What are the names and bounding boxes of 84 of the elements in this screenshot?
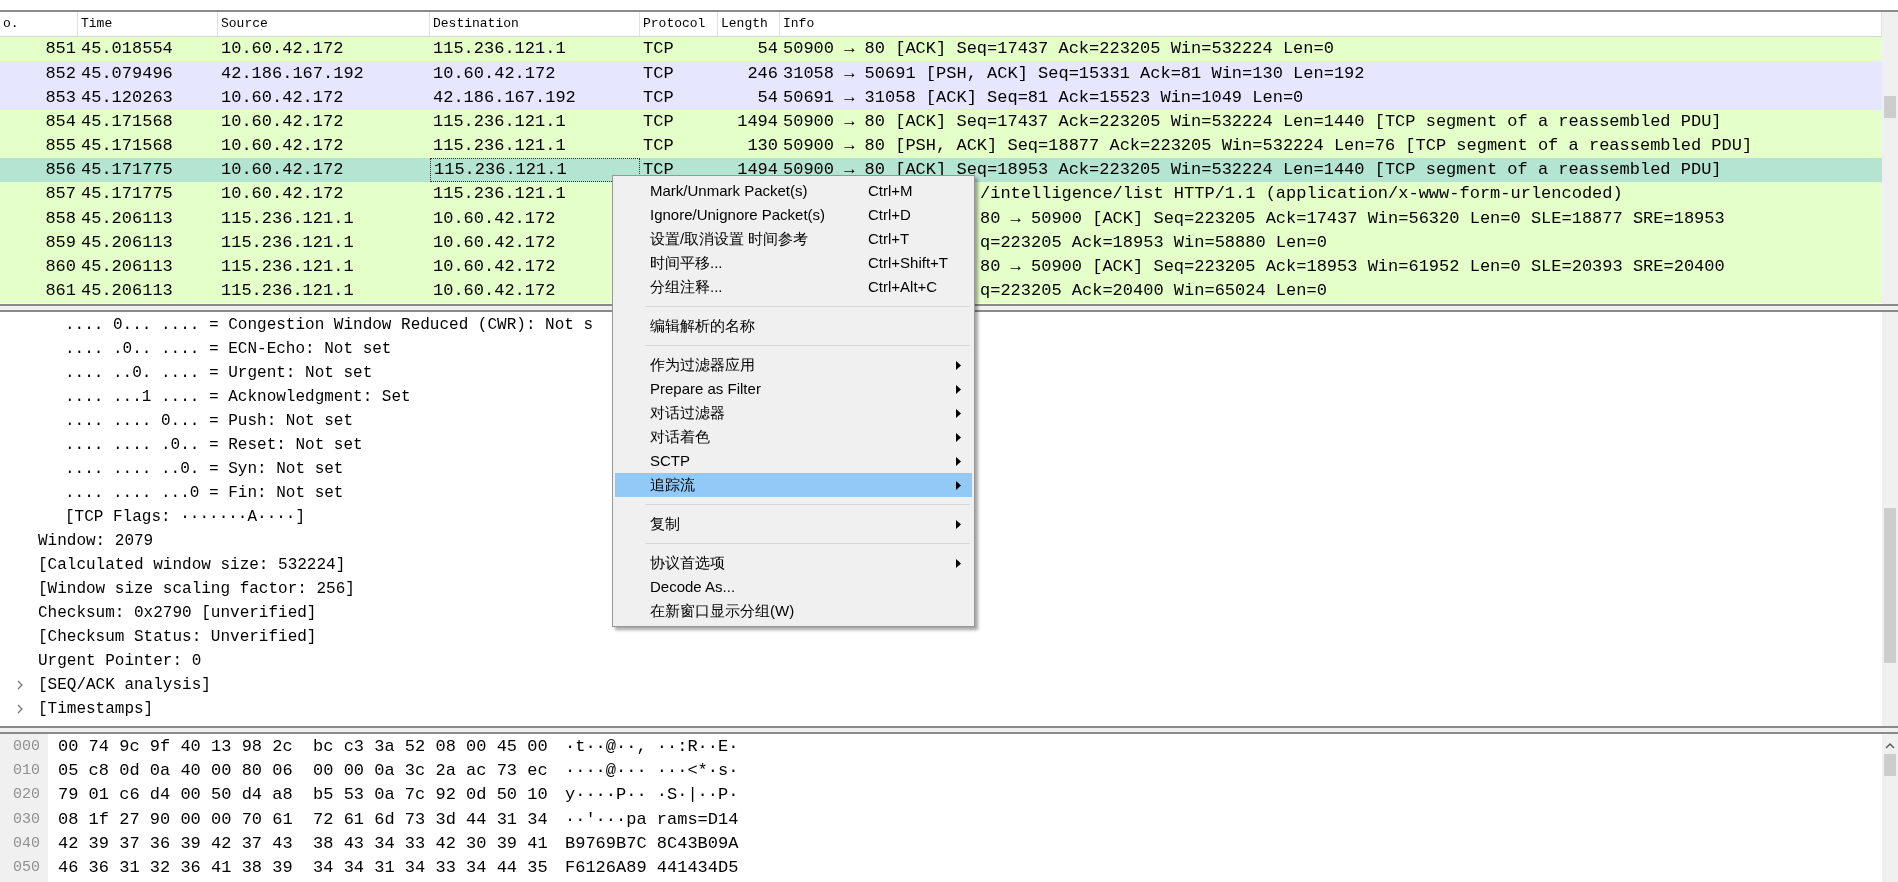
table-cell-text: 45.171775 bbox=[81, 183, 173, 206]
table-cell-text: 50900 → 80 [ACK] Seq=17437 Ack=223205 Win=532224 Len=0 bbox=[783, 38, 1334, 61]
table-cell-text: TCP bbox=[643, 110, 674, 133]
byte-offset: 040 bbox=[12, 833, 41, 854]
byte-offset: 030 bbox=[12, 809, 41, 830]
table-cell-text: 45.206113 bbox=[81, 207, 173, 230]
table-cell-text: 45.018554 bbox=[81, 38, 173, 61]
table-cell-text: 10.60.42.172 bbox=[221, 183, 344, 206]
table-cell-text: 45.171568 bbox=[81, 135, 173, 158]
table-cell-text: 10.60.42.172 bbox=[433, 256, 556, 279]
table-cell-text: 50691 → 31058 [ACK] Seq=81 Ack=15523 Win=1049 Len=0 bbox=[783, 86, 1304, 109]
table-cell-text: 858 bbox=[45, 207, 76, 230]
table-cell-text: 45.171568 bbox=[81, 110, 173, 133]
table-cell-text: TCP bbox=[643, 159, 674, 182]
table-cell-text: 115.236.121.1 bbox=[221, 207, 354, 230]
hex-bytes: 79 01 c6 d4 00 50 d4 a8 b5 53 0a 7c 92 0d 50 10 bbox=[58, 784, 549, 807]
table-cell-text: 860 bbox=[45, 256, 76, 279]
table-cell-text: TCP bbox=[643, 62, 674, 85]
ascii-bytes: y····P·· ·S·|··P· bbox=[565, 784, 739, 807]
table-cell-text: 246 bbox=[747, 62, 778, 85]
table-cell-text: TCP bbox=[643, 135, 674, 158]
table-cell-text: 10.60.42.172 bbox=[221, 38, 344, 61]
table-cell-text: 45.171775 bbox=[81, 159, 173, 182]
table-cell-text: 10.60.42.172 bbox=[433, 231, 556, 254]
table-cell-text: 115.236.121.1 bbox=[434, 159, 567, 182]
table-cell-text: 10.60.42.172 bbox=[433, 207, 556, 230]
table-cell-text: 115.236.121.1 bbox=[221, 231, 354, 254]
table-cell-text: /intelligence/list HTTP/1.1 (application/x-www-form-urlencoded) bbox=[980, 183, 1623, 206]
table-cell-text: 851 bbox=[45, 38, 76, 61]
table-cell-text: 50900 → 80 [ACK] Seq=17437 Ack=223205 Win=532224 Len=1440 [TCP segment of a reassembled PDU] bbox=[783, 110, 1722, 133]
table-cell-text: 115.236.121.1 bbox=[221, 280, 354, 303]
table-cell-text: 861 bbox=[45, 280, 76, 303]
hex-bytes: 05 c8 0d 0a 40 00 80 06 00 00 0a 3c 2a ac 73 ec bbox=[58, 760, 549, 783]
table-cell-text: 115.236.121.1 bbox=[433, 110, 566, 133]
table-cell-text: q=223205 Ack=18953 Win=58880 Len=0 bbox=[980, 231, 1327, 254]
table-cell-text: 31058 → 50691 [PSH, ACK] Seq=15331 Ack=81 Win=130 Len=192 bbox=[783, 62, 1365, 85]
table-cell-text: 80 → 50900 [ACK] Seq=223205 Ack=18953 Win=61952 Len=0 SLE=20393 SRE=20400 bbox=[980, 256, 1725, 279]
table-cell-text: 10.60.42.172 bbox=[221, 110, 344, 133]
table-cell-text: 857 bbox=[45, 183, 76, 206]
table-cell-text: 130 bbox=[747, 135, 778, 158]
table-cell-text: 10.60.42.172 bbox=[433, 62, 556, 85]
hex-bytes: 08 1f 27 90 00 00 70 61 72 61 6d 73 3d 44 31 34 bbox=[58, 808, 549, 831]
hex-bytes: 46 36 31 32 36 41 38 39 34 34 31 34 33 34 44 35 bbox=[58, 857, 549, 880]
table-cell-text: 10.60.42.172 bbox=[221, 135, 344, 158]
table-cell-text: 45.206113 bbox=[81, 280, 173, 303]
table-cell-text: TCP bbox=[643, 86, 674, 109]
table-cell-text: 1494 bbox=[737, 110, 778, 133]
table-cell-text: 859 bbox=[45, 231, 76, 254]
table-cell-text: 854 bbox=[45, 110, 76, 133]
hex-bytes: 00 74 9c 9f 40 13 98 2c bc c3 3a 52 08 00 45 00 bbox=[58, 736, 549, 759]
table-cell-text: 115.236.121.1 bbox=[433, 183, 566, 206]
table-cell-text: 115.236.121.1 bbox=[433, 135, 566, 158]
ascii-bytes: ·t··@··, ··:R··E· bbox=[565, 736, 739, 759]
ascii-bytes: F6126A89 441434D5 bbox=[565, 857, 739, 880]
table-cell-text: 45.079496 bbox=[81, 62, 173, 85]
table-cell-text: 45.120263 bbox=[81, 86, 173, 109]
ascii-bytes: ····@··· ···<*·s· bbox=[565, 760, 739, 783]
table-cell-text: TCP bbox=[643, 38, 674, 61]
table-cell-text: 54 bbox=[757, 38, 778, 61]
table-cell-text: 10.60.42.172 bbox=[221, 86, 344, 109]
hex-bytes: 42 39 37 36 39 42 37 43 38 43 34 33 42 30 39 41 bbox=[58, 832, 549, 855]
ascii-bytes: ··'···pa rams=D14 bbox=[565, 808, 739, 831]
byte-offset: 000 bbox=[12, 737, 41, 758]
table-cell-text: 10.60.42.172 bbox=[221, 159, 344, 182]
table-cell-text: 42.186.167.192 bbox=[221, 62, 364, 85]
table-cell-text: 855 bbox=[45, 135, 76, 158]
table-cell-text: 10.60.42.172 bbox=[433, 280, 556, 303]
byte-offset: 050 bbox=[12, 858, 41, 879]
table-cell-text: 852 bbox=[45, 62, 76, 85]
ascii-bytes: B9769B7C 8C43B09A bbox=[565, 832, 739, 855]
table-cell-text: 50900 → 80 [PSH, ACK] Seq=18877 Ack=223205 Win=532224 Len=76 [TCP segment of a reassembled PDU] bbox=[783, 135, 1753, 158]
byte-offset: 010 bbox=[12, 761, 41, 782]
byte-offset: 020 bbox=[12, 785, 41, 806]
table-cell-text: q=223205 Ack=20400 Win=65024 Len=0 bbox=[980, 280, 1327, 303]
table-cell-text: 45.206113 bbox=[81, 231, 173, 254]
table-cell-text: 54 bbox=[757, 86, 778, 109]
table-cell-text: 115.236.121.1 bbox=[433, 38, 566, 61]
table-cell-text: 856 bbox=[45, 159, 76, 182]
table-cell-text: 115.236.121.1 bbox=[221, 256, 354, 279]
table-cell-text: 853 bbox=[45, 86, 76, 109]
table-cell-text: 80 → 50900 [ACK] Seq=223205 Ack=17437 Win=56320 Len=0 SLE=18877 SRE=18953 bbox=[980, 207, 1725, 230]
table-cell-text: 42.186.167.192 bbox=[433, 86, 576, 109]
table-cell-text: 45.206113 bbox=[81, 256, 173, 279]
table-cell-text: 1494 bbox=[737, 159, 778, 182]
